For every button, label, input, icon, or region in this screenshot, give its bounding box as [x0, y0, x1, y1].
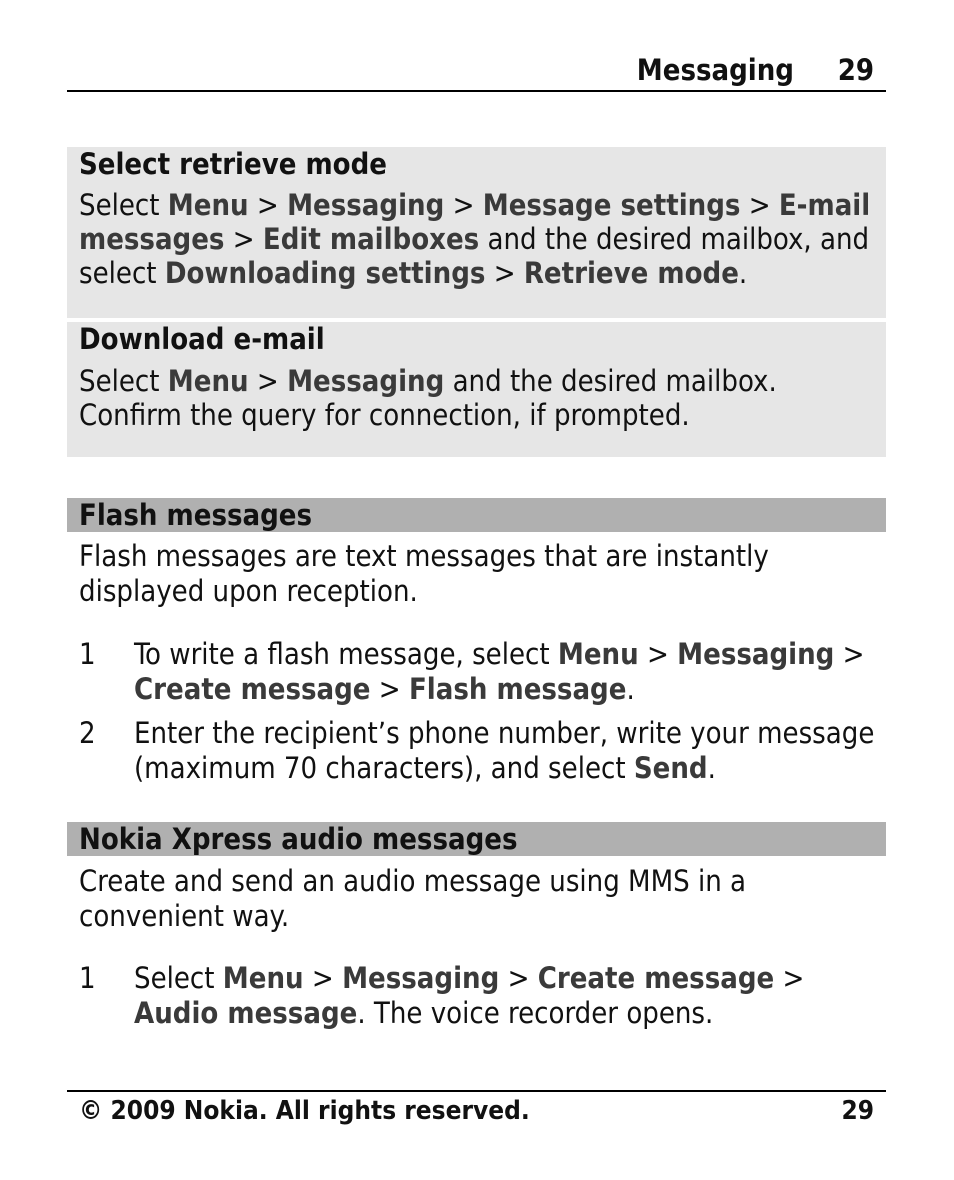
header-section-title: Messaging [636, 53, 794, 87]
text-run: > [248, 188, 288, 222]
menu-path-term: Messaging [677, 637, 835, 671]
copyright-notice: © 2009 Nokia. All rights reserved. [79, 1096, 530, 1126]
tip-box-download-email: Download e-mail Select Menu > Messaging … [67, 322, 886, 457]
text-run: > [774, 961, 805, 995]
step-text: Enter the recipient’s phone number, writ… [134, 716, 879, 786]
menu-path-term: Create message [537, 961, 775, 995]
text-run: . [707, 751, 716, 785]
menu-path-term: Downloading settings [164, 256, 486, 290]
xpress-intro: Create and send an audio message using M… [79, 864, 746, 933]
menu-path-term: Retrieve mode [523, 256, 739, 290]
page-footer: © 2009 Nokia. All rights reserved. 29 [67, 1090, 886, 1126]
tip-text: Select Menu > Messaging and the desired … [79, 364, 878, 432]
tip-text: Select Menu > Messaging > Message settin… [79, 188, 878, 290]
menu-path-term: Menu [167, 188, 249, 222]
text-run: > [224, 222, 263, 256]
menu-path-term: Create message [134, 672, 371, 706]
text-run: Select [134, 961, 223, 995]
step-number: 2 [79, 716, 96, 750]
text-run: > [638, 637, 678, 671]
text-run: > [370, 672, 409, 706]
menu-path-term: Messaging [342, 961, 500, 995]
header-page-number: 29 [837, 53, 874, 87]
tip-box-retrieve-mode: Select retrieve mode Select Menu > Messa… [67, 147, 886, 318]
section-heading-xpress: Nokia Xpress audio messages [67, 822, 886, 856]
menu-path-term: Message settings [482, 188, 741, 222]
page-header: Messaging 29 [67, 50, 886, 92]
menu-path-term: Menu [167, 364, 249, 398]
step-text: To write a flash message, select Menu > … [134, 637, 879, 707]
text-run: Select [79, 188, 168, 222]
text-run: . The voice recorder opens. [357, 996, 714, 1030]
flash-intro: Flash messages are text messages that ar… [79, 539, 769, 608]
section-heading-text: Nokia Xpress audio messages [79, 822, 518, 856]
text-run: . [738, 256, 748, 290]
section-heading-text: Flash messages [79, 498, 313, 532]
text-run: > [248, 364, 288, 398]
menu-path-term: Menu [557, 637, 639, 671]
text-run: . [626, 672, 635, 706]
menu-path-term: Send [633, 751, 708, 785]
text-run: > [740, 188, 779, 222]
footer-page-number: 29 [841, 1096, 874, 1126]
menu-path-term: Messaging [287, 188, 445, 222]
menu-path-term: Menu [222, 961, 304, 995]
menu-path-term: Audio message [134, 996, 358, 1030]
text-run: > [303, 961, 343, 995]
step-number: 1 [79, 961, 96, 995]
text-run: To write a flash message, select [134, 637, 558, 671]
tip-title: Download e-mail [79, 322, 325, 356]
text-run: Enter the recipient’s phone number, writ… [134, 716, 875, 785]
step-number: 1 [79, 637, 96, 671]
menu-path-term: Messaging [287, 364, 445, 398]
menu-path-term: Flash message [408, 672, 627, 706]
section-heading-flash: Flash messages [67, 498, 886, 532]
menu-path-term: Edit mailboxes [262, 222, 480, 256]
tip-title: Select retrieve mode [79, 147, 387, 181]
text-run: > [444, 188, 483, 222]
text-run: > [485, 256, 524, 290]
step-text: Select Menu > Messaging > Create message… [134, 961, 879, 1031]
text-run: > [499, 961, 538, 995]
text-run: Select [79, 364, 168, 398]
text-run: > [834, 637, 865, 671]
